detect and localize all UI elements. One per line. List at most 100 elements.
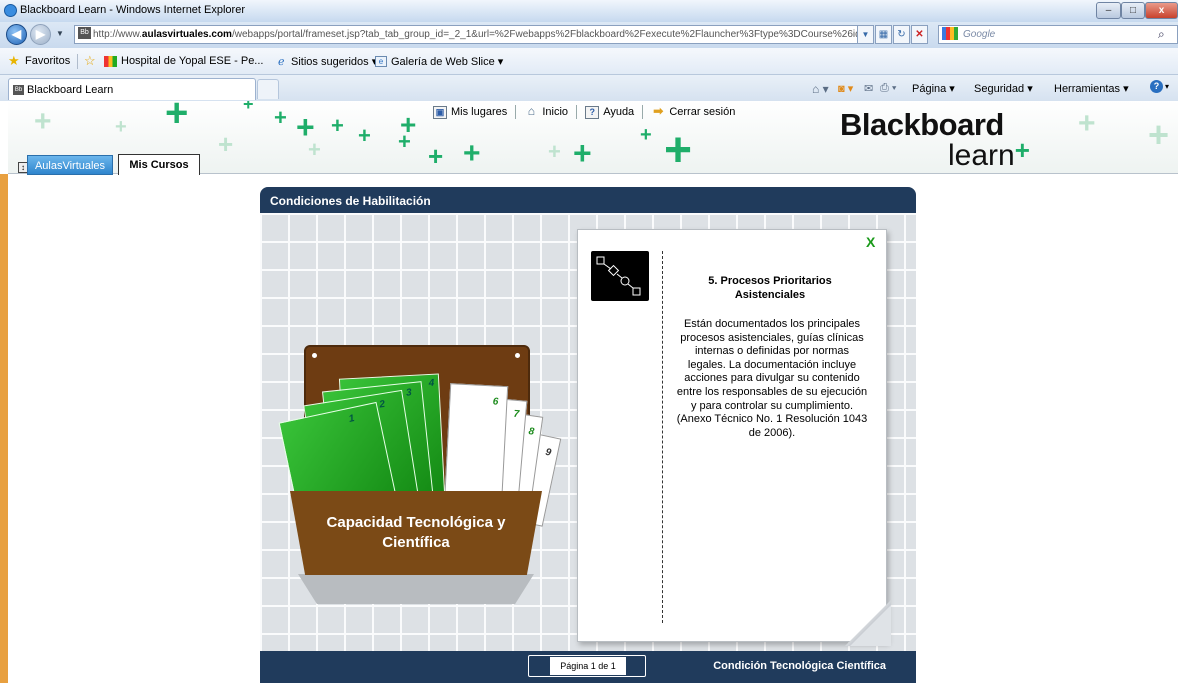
- divider: [77, 54, 78, 69]
- decor-plus: +: [1078, 107, 1096, 140]
- decor-plus: +: [274, 105, 287, 130]
- divider: [515, 105, 517, 119]
- blackboard-logo-text: Blackboard: [840, 107, 1004, 142]
- logout-link[interactable]: Cerrar sesión: [669, 106, 735, 118]
- address-dropdown-icon[interactable]: ▼: [857, 25, 874, 44]
- tab-aulasvirtuales[interactable]: AulasVirtuales: [27, 155, 113, 175]
- web-slice-gallery-menu[interactable]: Galería de Web Slice ▾: [391, 55, 503, 68]
- decor-plus: +: [308, 137, 321, 162]
- my-places-link[interactable]: Mis lugares: [451, 106, 507, 118]
- address-bar[interactable]: http://www.aulasvirtuales.com/webapps/po…: [74, 25, 872, 44]
- dashed-divider: [662, 251, 663, 623]
- favorites-bar: ★ Favoritos ☆ Hospital de Yopal ESE - Pe…: [0, 48, 1178, 75]
- card-number: 3: [405, 387, 413, 399]
- url-path: /webapps/portal/frameset.jsp?tab_tab_gro…: [231, 29, 872, 40]
- home-link[interactable]: Inicio: [542, 106, 568, 118]
- window-title-bar: Blackboard Learn - Windows Internet Expl…: [0, 0, 1178, 22]
- favorite-link-hospital[interactable]: Hospital de Yopal ESE - Pe...: [121, 55, 263, 67]
- web-page: + + + + + + + + + + + + + + + + + + + + …: [0, 101, 1178, 683]
- card-number: 1: [347, 412, 356, 425]
- info-body: Están documentados los principales proce…: [676, 318, 868, 439]
- card-number: 8: [527, 426, 535, 438]
- decor-plus: +: [428, 141, 444, 171]
- help-link[interactable]: Ayuda: [603, 106, 634, 118]
- info-title: 5. Procesos Prioritarios Asistenciales: [708, 275, 832, 301]
- forward-button[interactable]: ▶: [30, 24, 51, 45]
- decor-plus: +: [1148, 114, 1170, 155]
- help-dropdown-icon[interactable]: ▾: [1165, 82, 1169, 91]
- card-6[interactable]: 6: [444, 383, 509, 507]
- address-toolbar: ◀ ▶ ▼ http://www.aulasvirtuales.com/weba…: [0, 22, 1178, 48]
- card-number: 9: [544, 446, 553, 459]
- security-menu[interactable]: Seguridad ▾: [974, 82, 1033, 95]
- card-number: 4: [428, 377, 435, 389]
- decor-plus: +: [573, 135, 592, 171]
- minimize-button[interactable]: –: [1096, 2, 1121, 19]
- compatibility-view-icon[interactable]: ▦: [875, 25, 892, 44]
- module-title: Condiciones de Habilitación: [260, 187, 916, 213]
- decor-plus: +: [165, 101, 189, 135]
- history-dropdown-icon[interactable]: ▼: [56, 29, 64, 38]
- tab-favicon-icon: Bb: [13, 85, 24, 95]
- help-icon[interactable]: ?: [1150, 80, 1163, 93]
- pin-icon: [515, 353, 520, 358]
- home-icon[interactable]: ⌂ ▾: [812, 82, 829, 96]
- decor-plus: +: [331, 113, 344, 138]
- divider: [576, 105, 578, 119]
- decor-plus: +: [548, 139, 561, 164]
- print-icon[interactable]: ⎙ ▾: [880, 82, 896, 95]
- folder-shadow: [298, 574, 534, 604]
- close-panel-button[interactable]: X: [866, 234, 875, 250]
- feeds-icon[interactable]: ◙ ▾: [838, 82, 853, 95]
- process-flow-icon: [591, 251, 649, 301]
- back-button[interactable]: ◀: [6, 24, 27, 45]
- ie-suggested-icon: ℯ: [278, 56, 285, 68]
- learn-logo: learn+: [948, 135, 1030, 173]
- pin-icon: [312, 353, 317, 358]
- tab-mis-cursos[interactable]: Mis Cursos: [118, 154, 200, 175]
- decor-plus: +: [218, 129, 234, 159]
- favorites-button[interactable]: Favoritos: [25, 55, 70, 67]
- search-input[interactable]: Google: [938, 25, 1178, 44]
- footer-title: Condición Tecnológica Científica: [713, 660, 886, 672]
- tools-menu[interactable]: Herramientas ▾: [1054, 82, 1150, 95]
- refresh-icon[interactable]: ↻: [893, 25, 910, 44]
- page-menu[interactable]: Página ▾: [912, 82, 955, 95]
- tab-label: Blackboard Learn: [27, 84, 114, 96]
- new-tab-button[interactable]: [257, 79, 279, 99]
- top-links: ▣ Mis lugares ⌂ Inicio ? Ayuda ➡ Cerrar sesi…: [433, 105, 735, 119]
- browser-tab-bar: Bb Blackboard Learn ⌂ ▾ ◙ ▾ ✉ ⎙ ▾ Página…: [0, 75, 1178, 101]
- folder-label: Capacidad Tecnológica y Científica: [326, 514, 506, 551]
- search-icon[interactable]: ⌕: [1158, 27, 1165, 42]
- decor-plus: +: [664, 124, 693, 177]
- add-favorite-icon[interactable]: ☆: [84, 53, 96, 69]
- mail-icon[interactable]: ✉: [864, 82, 873, 95]
- learn-logo-text: learn: [948, 139, 1015, 172]
- decor-plus: +: [400, 109, 417, 140]
- google-icon: [942, 27, 958, 40]
- learn-plus-icon: +: [1014, 135, 1030, 165]
- pager-label[interactable]: Página 1 de 1: [550, 657, 626, 675]
- ie-logo-icon: [4, 4, 17, 17]
- favorites-star-icon: ★: [8, 53, 20, 68]
- decor-plus: +: [358, 123, 371, 148]
- decor-plus: +: [640, 124, 652, 146]
- close-window-button[interactable]: x: [1145, 2, 1178, 19]
- url-prefix: http://www.: [93, 29, 142, 40]
- logout-icon: ➡: [653, 103, 664, 118]
- decor-plus: +: [463, 137, 481, 170]
- search-placeholder: Google: [963, 29, 996, 40]
- divider: [642, 105, 644, 119]
- browser-tab-blackboard[interactable]: Bb Blackboard Learn: [8, 78, 256, 100]
- stop-icon[interactable]: ✕: [911, 25, 928, 44]
- maximize-button[interactable]: □: [1121, 2, 1145, 19]
- url-domain: aulasvirtuales.com: [141, 29, 232, 40]
- user-icon: ▣: [433, 105, 447, 119]
- decor-plus: +: [115, 116, 127, 138]
- decor-plus: +: [34, 105, 52, 138]
- help-icon: ?: [585, 105, 600, 119]
- window-title: Blackboard Learn - Windows Internet Expl…: [20, 4, 245, 16]
- suggested-sites-menu[interactable]: Sitios sugeridos ▾: [291, 55, 377, 68]
- card-number: 6: [492, 396, 499, 408]
- card-number: 7: [513, 408, 520, 421]
